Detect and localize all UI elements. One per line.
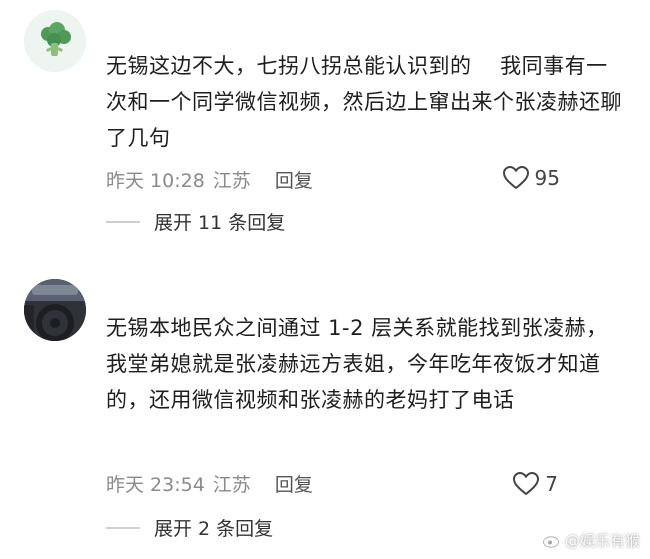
comment-text: 无锡这边不大，七拐八拐总能认识到的 我同事有一次和一个同学微信视频，然后边上窜出… [106,54,622,150]
like-button[interactable]: 95 [502,166,560,190]
comment-time: 昨天 10:28 [106,170,205,192]
car-interior-avatar-icon [24,279,86,341]
like-button[interactable]: 7 [513,472,558,496]
expand-replies-button[interactable]: 展开 2 条回复 [106,514,273,541]
expand-divider [106,220,140,223]
comment-item: 无锡本地民众之间通过 1-2 层关系就能找到张凌赫，我堂弟媳就是张凌赫远方表姐，… [0,262,650,559]
watermark-text: @娱乐有猴 [564,532,640,550]
avatar[interactable] [24,279,86,341]
expand-replies-label: 展开 2 条回复 [154,518,274,540]
reply-button[interactable]: 回复 [275,166,313,193]
comment-text: 无锡本地民众之间通过 1-2 层关系就能找到张凌赫，我堂弟媳就是张凌赫远方表姐，… [106,316,608,412]
expand-replies-button[interactable]: 展开 11 条回复 [106,208,285,235]
comment-item: 无锡这边不大，七拐八拐总能认识到的 我同事有一次和一个同学微信视频，然后边上窜出… [0,0,650,255]
like-count: 95 [534,166,560,190]
expand-divider [106,526,140,529]
expand-replies-label: 展开 11 条回复 [154,212,286,234]
comment-location: 江苏 [212,474,251,496]
broccoli-avatar-icon [24,10,86,72]
weibo-watermark: @娱乐有猴 [543,530,640,551]
comment-meta: 昨天 10:28 江苏 回复 [106,166,313,193]
avatar[interactable] [24,10,86,72]
comment-location: 江苏 [212,170,251,192]
weibo-icon [543,534,561,548]
reply-button[interactable]: 回复 [275,470,313,497]
heart-outline-icon [502,166,529,189]
comment-time: 昨天 23:54 [106,474,205,496]
comment-meta: 昨天 23:54 江苏 回复 [106,470,313,497]
heart-outline-icon [513,472,540,495]
like-count: 7 [545,472,558,496]
